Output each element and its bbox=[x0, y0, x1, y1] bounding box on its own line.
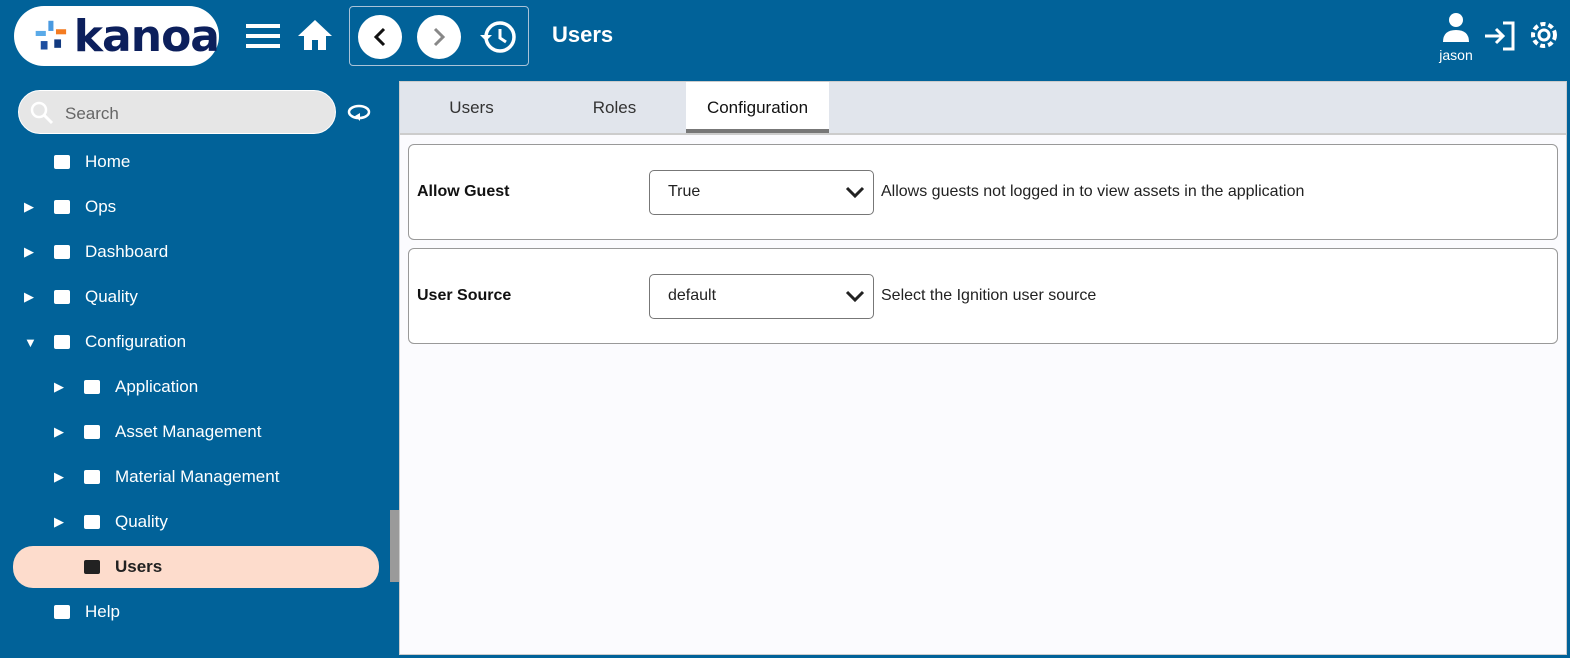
sidebar-item-label: Material Management bbox=[115, 467, 280, 486]
tab-configuration[interactable]: Configuration bbox=[686, 82, 829, 133]
settings-icon[interactable] bbox=[1527, 18, 1561, 57]
select-value: True bbox=[668, 183, 701, 200]
sidebar-item-label: Dashboard bbox=[85, 242, 169, 261]
checklist-icon bbox=[52, 288, 72, 306]
folder-icon bbox=[82, 423, 102, 441]
chevron-down-icon bbox=[845, 186, 865, 199]
expand-arrow-icon[interactable]: ▶ bbox=[54, 424, 64, 440]
window-icon bbox=[82, 378, 102, 396]
sidebar-item-label: Application bbox=[115, 377, 199, 396]
logo-star-icon bbox=[35, 20, 67, 50]
sidebar-item-asset-management[interactable]: ▶ Asset Management bbox=[0, 411, 390, 453]
expand-arrow-icon[interactable]: ▶ bbox=[54, 379, 64, 395]
user-source-select[interactable]: default bbox=[649, 274, 874, 319]
sidebar-item-dashboard[interactable]: ▶ Dashboard bbox=[0, 231, 390, 273]
sidebar-item-quality[interactable]: ▶ Quality bbox=[0, 276, 390, 318]
expand-arrow-icon[interactable]: ▶ bbox=[24, 289, 34, 305]
user-button[interactable]: jason bbox=[1438, 12, 1474, 63]
expand-arrow-icon[interactable]: ▶ bbox=[54, 514, 64, 530]
checklist-icon bbox=[82, 513, 102, 531]
kanoa-logo[interactable]: kanoa bbox=[14, 6, 220, 66]
users-icon bbox=[82, 558, 102, 576]
sidebar-item-label: Configuration bbox=[85, 332, 187, 351]
expand-arrow-icon[interactable]: ▼ bbox=[24, 335, 37, 350]
tab-bar: Users Roles Configuration bbox=[400, 82, 1566, 135]
sidebar-item-label: Quality bbox=[85, 287, 138, 306]
sidebar-item-home[interactable]: Home bbox=[0, 141, 390, 183]
search-placeholder: Search bbox=[65, 104, 119, 123]
tab-users[interactable]: Users bbox=[400, 82, 543, 133]
sidebar-item-label: Quality bbox=[115, 512, 168, 531]
home-icon bbox=[52, 153, 72, 171]
config-row-user-source: User Source default Select the Ignition … bbox=[408, 248, 1558, 344]
sidebar-item-label: Ops bbox=[85, 197, 117, 216]
logout-icon[interactable] bbox=[1483, 20, 1517, 57]
chevron-down-icon bbox=[845, 290, 865, 303]
username: jason bbox=[1439, 47, 1473, 63]
expand-arrow-icon[interactable]: ▶ bbox=[24, 199, 34, 215]
folder-icon bbox=[82, 468, 102, 486]
sidebar-item-ops[interactable]: ▶ Ops bbox=[0, 186, 390, 228]
search-icon bbox=[30, 101, 54, 125]
back-button[interactable] bbox=[358, 15, 402, 59]
config-row-allow-guest: Allow Guest True Allows guests not logge… bbox=[408, 144, 1558, 240]
conveyor-icon bbox=[52, 198, 72, 216]
user-icon bbox=[1443, 13, 1469, 42]
sidebar-item-configuration[interactable]: ▼ Configuration bbox=[0, 321, 390, 363]
sidebar-item-quality[interactable]: ▶ Quality bbox=[0, 501, 390, 543]
dashboard-icon bbox=[52, 243, 72, 261]
config-key: Allow Guest bbox=[417, 183, 510, 200]
help-icon bbox=[52, 603, 72, 621]
history-nav bbox=[349, 6, 529, 66]
expand-arrow-icon[interactable]: ▶ bbox=[24, 244, 34, 260]
search-input[interactable]: Search bbox=[18, 90, 336, 134]
main-panel: Users Roles Configuration Allow Guest Tr… bbox=[399, 81, 1567, 655]
home-icon[interactable] bbox=[296, 18, 334, 57]
menu-icon[interactable] bbox=[246, 22, 282, 55]
allow-guest-select[interactable]: True bbox=[649, 170, 874, 215]
sidebar-item-application[interactable]: ▶ Application bbox=[0, 366, 390, 408]
sidebar-item-label: Home bbox=[85, 152, 131, 171]
sidebar-item-label: Help bbox=[85, 602, 120, 621]
tools-icon bbox=[52, 333, 72, 351]
sidebar-item-users[interactable]: Users bbox=[13, 546, 379, 588]
page-title: Users bbox=[552, 22, 614, 47]
config-key: User Source bbox=[417, 287, 512, 304]
sidebar-item-label: Users bbox=[115, 557, 163, 576]
forward-button[interactable] bbox=[417, 15, 461, 59]
config-description: Allows guests not logged in to view asse… bbox=[881, 183, 1305, 200]
expand-arrow-icon[interactable]: ▶ bbox=[54, 469, 64, 485]
config-description: Select the Ignition user source bbox=[881, 287, 1097, 304]
select-value: default bbox=[668, 287, 717, 304]
logo-text: kanoa bbox=[73, 10, 220, 62]
sidebar-item-material-management[interactable]: ▶ Material Management bbox=[0, 456, 390, 498]
history-icon[interactable] bbox=[478, 17, 518, 62]
sidebar-item-help[interactable]: Help bbox=[0, 591, 390, 633]
sidebar-item-label: Asset Management bbox=[115, 422, 262, 441]
tab-roles[interactable]: Roles bbox=[543, 82, 686, 133]
refresh-icon[interactable] bbox=[346, 103, 372, 128]
